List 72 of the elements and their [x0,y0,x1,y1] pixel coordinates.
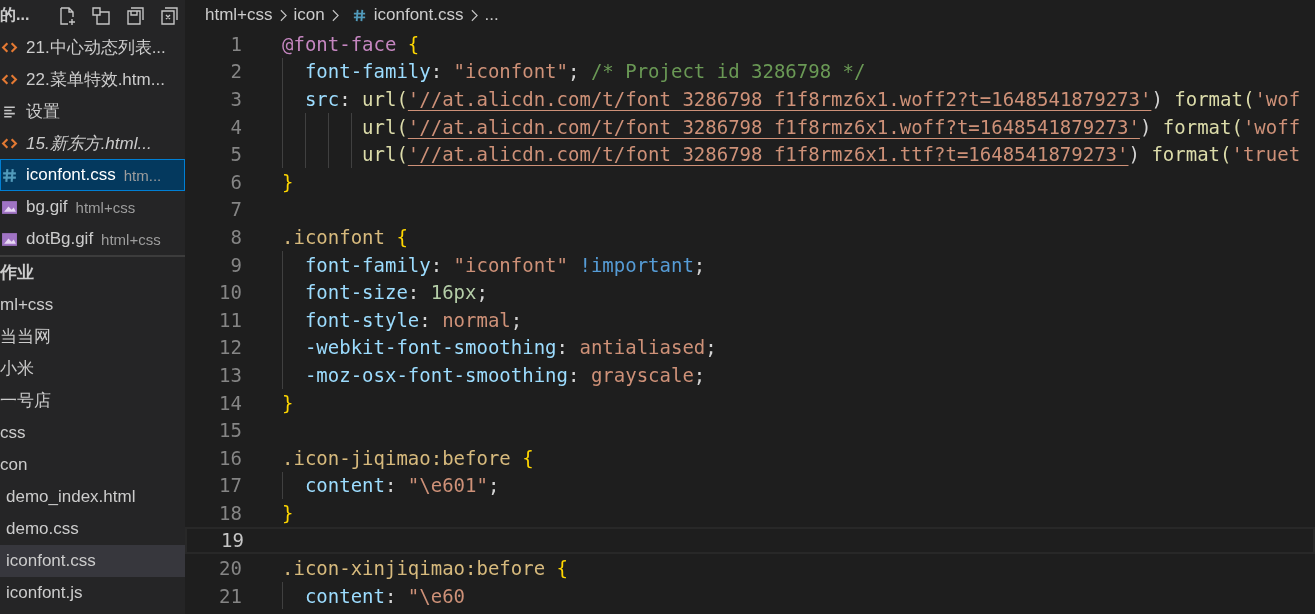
code-line: .iconfont { [282,225,408,248]
line-number: 14 [218,391,242,414]
new-file-icon[interactable] [57,5,77,26]
code-line: url('//at.alicdn.com/t/font_3286798_f1f8rmz6x1.woff?t=1648541879273') format('woff [361,115,1301,138]
code-line: font-family: "iconfont"; /* Project id 3286798 */ [303,60,866,83]
line-number: 8 [229,225,242,248]
line-number: 15 [218,419,242,442]
line-number: 16 [218,446,242,469]
section-title: 的... [0,5,30,25]
tree-item[interactable]: iconfont.css [0,545,185,577]
code-line: content: "\e60 [303,584,466,607]
line-number: 13 [218,363,242,386]
code-line: -moz-osx-font-smoothing: grayscale; [303,363,706,386]
open-editor-item[interactable]: dotBg.gif html+css [0,223,185,255]
code-line: font-size: 16px; [303,281,488,304]
open-editor-item[interactable]: 21.中心动态列表... [0,31,185,63]
new-folder-icon[interactable] [91,5,111,26]
tree-item[interactable]: css [0,417,185,449]
line-number: 9 [229,253,242,276]
tree-item[interactable]: iconfont.js [0,577,185,609]
tree-item[interactable]: demo_index.html [0,481,185,513]
code-line: font-family: "iconfont" !important; [303,253,706,276]
line-number: 17 [218,474,242,497]
open-editor-item[interactable]: 15.新东方.html... [0,127,185,159]
breadcrumb-item[interactable]: iconfont.css [373,5,464,25]
tree-item[interactable]: 小米 [0,353,185,385]
code-line: src: url('//at.alicdn.com/t/font_3286798_f1f8rmz6x1.woff2?t=1648541879273') format('wof [303,88,1301,110]
code-line: @font-face { [282,32,420,55]
breadcrumb-item[interactable]: ... [484,5,499,25]
code-line: -webkit-font-smoothing: antialiased; [303,336,717,359]
line-number: 19 [220,529,244,552]
line-number: 7 [229,198,242,221]
close-all-icon[interactable] [159,5,179,26]
line-number: 6 [229,170,242,193]
hash-icon [351,7,367,23]
line-number: 5 [229,143,242,166]
code-line: font-style: normal; [303,308,523,331]
code-line: url('//at.alicdn.com/t/font_3286798_f1f8rmz6x1.ttf?t=1648541879273') format('truet [361,143,1301,166]
tree-item[interactable]: ml+css [0,289,185,321]
tree-item[interactable]: 当当网 [0,321,185,353]
line-number: 4 [229,115,242,138]
line-number: 18 [218,501,242,524]
tree-item[interactable]: demo.css [0,513,185,545]
hash-icon [1,166,18,184]
line-number: 11 [218,308,242,331]
code-line: } [282,170,294,193]
chevron-right-icon [279,8,287,22]
tree-item[interactable]: con [0,449,185,481]
code-line: content: "\e601"; [303,474,500,497]
line-number: 10 [218,281,242,304]
line-number: 12 [218,336,242,359]
breadcrumb-item[interactable]: html+css [205,5,273,25]
open-editor-item[interactable]: iconfont.css htm... [0,159,185,191]
image-icon [1,198,18,216]
code-line: } [282,501,294,524]
chevron-right-icon [331,8,339,22]
open-editor-item[interactable]: bg.gif html+css [0,191,185,223]
line-number: 20 [218,557,242,580]
image-icon [1,230,18,248]
tree-item[interactable]: 一号店 [0,385,185,417]
code-line: } [282,391,294,414]
stacked-pages-icon[interactable] [125,5,145,26]
breadcrumb-item[interactable]: icon [293,5,325,25]
line-number: 3 [229,88,242,110]
line-number: 2 [229,60,242,83]
line-number: 1 [229,32,242,55]
code-line: .icon-jiqimao:before { [282,446,534,469]
chevron-right-icon [470,8,478,22]
open-editor-item[interactable]: 22.菜单特效.htm... [0,63,185,95]
open-editor-item[interactable]: 设置 [0,95,185,127]
line-number: 21 [218,584,242,607]
code-line: .icon-xinjiqimao:before { [282,557,568,580]
